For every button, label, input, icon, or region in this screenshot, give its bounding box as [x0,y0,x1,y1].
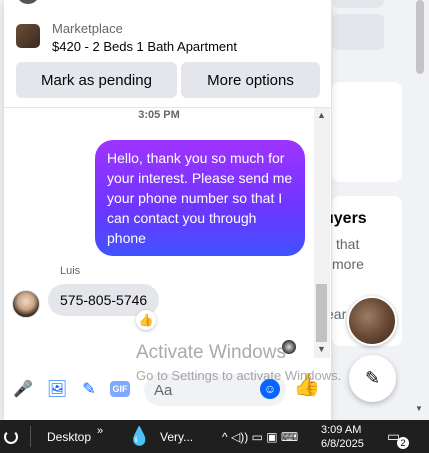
water-drop-icon[interactable]: 💧 [128,420,150,453]
clock-time: 3:09 AM [321,423,362,436]
chat-scrollbar[interactable]: ▲ ▼ [314,108,330,358]
sent-message-bubble[interactable]: Hello, thank you so much for your intere… [95,140,305,256]
taskbar-divider [30,426,31,447]
emoji-icon[interactable]: ☺ [260,379,280,399]
clock-date: 6/8/2025 [321,437,364,450]
like-icon[interactable]: 👍 [293,372,320,397]
background-card [332,0,384,8]
seen-avatar [282,340,296,354]
background-card [332,82,402,182]
background-text: more [332,256,364,272]
scroll-down-arrow-icon[interactable]: ▼ [317,344,326,354]
chevron-icon[interactable]: » [97,414,103,447]
taskbar-app-button[interactable]: Very... [160,420,193,453]
chat-header-edge [4,0,331,12]
scroll-down-arrow-icon[interactable]: ▼ [415,404,423,413]
avatar[interactable] [12,290,40,318]
background-text: that [336,236,360,252]
power-icon[interactable] [4,420,22,453]
chat-head-avatar[interactable] [347,296,397,346]
page-scrollbar[interactable]: ▼ [410,0,429,420]
message-input-placeholder: Aa [154,382,173,399]
microphone-icon[interactable]: 🎤 [12,378,34,400]
thumbs-up-reaction-icon[interactable]: 👍 [136,310,156,330]
clock[interactable]: 3:09 AM 6/8/2025 [321,420,364,453]
message-composer: 🎤 🖼 ✎ GIF Aa ☺ 👍 [4,358,331,420]
new-message-button[interactable]: ✎ [349,355,396,402]
background-search-box[interactable] [332,14,384,50]
photo-icon[interactable]: 🖼 [46,378,68,400]
sticker-icon[interactable]: ✎ [78,378,100,400]
message-input[interactable]: Aa ☺ [144,374,286,406]
chat-window: Marketplace $420 - 2 Beds 1 Bath Apartme… [4,0,331,420]
sender-name: Luis [60,265,81,277]
scroll-up-arrow-icon[interactable]: ▲ [317,110,326,120]
system-tray-icons[interactable]: ^ ◁)) ▭ ▣ ⌨ [222,420,298,453]
marketplace-header: Marketplace $420 - 2 Beds 1 Bath Apartme… [4,0,331,108]
chat-scrollbar-thumb[interactable] [316,284,327,342]
mark-as-pending-button[interactable]: Mark as pending [16,62,177,98]
message-list: 3:05 PM Hello, thank you so much for you… [4,108,331,358]
listing-title[interactable]: $420 - 2 Beds 1 Bath Apartment [52,39,237,54]
message-timestamp: 3:05 PM [138,109,180,121]
listing-thumbnail[interactable] [16,24,40,48]
marketplace-label: Marketplace [52,21,123,36]
notification-center-icon[interactable]: ▭ 2 [387,420,409,453]
compose-icon: ✎ [364,368,381,388]
gif-icon[interactable]: GIF [110,381,130,397]
notification-badge: 2 [397,437,409,449]
taskbar: Desktop » 💧 Very... ^ ◁)) ▭ ▣ ⌨ 3:09 AM … [0,420,429,453]
desktop-toolbar[interactable]: Desktop [47,420,91,453]
more-options-button[interactable]: More options [181,62,320,98]
page-scrollbar-thumb[interactable] [416,0,424,74]
